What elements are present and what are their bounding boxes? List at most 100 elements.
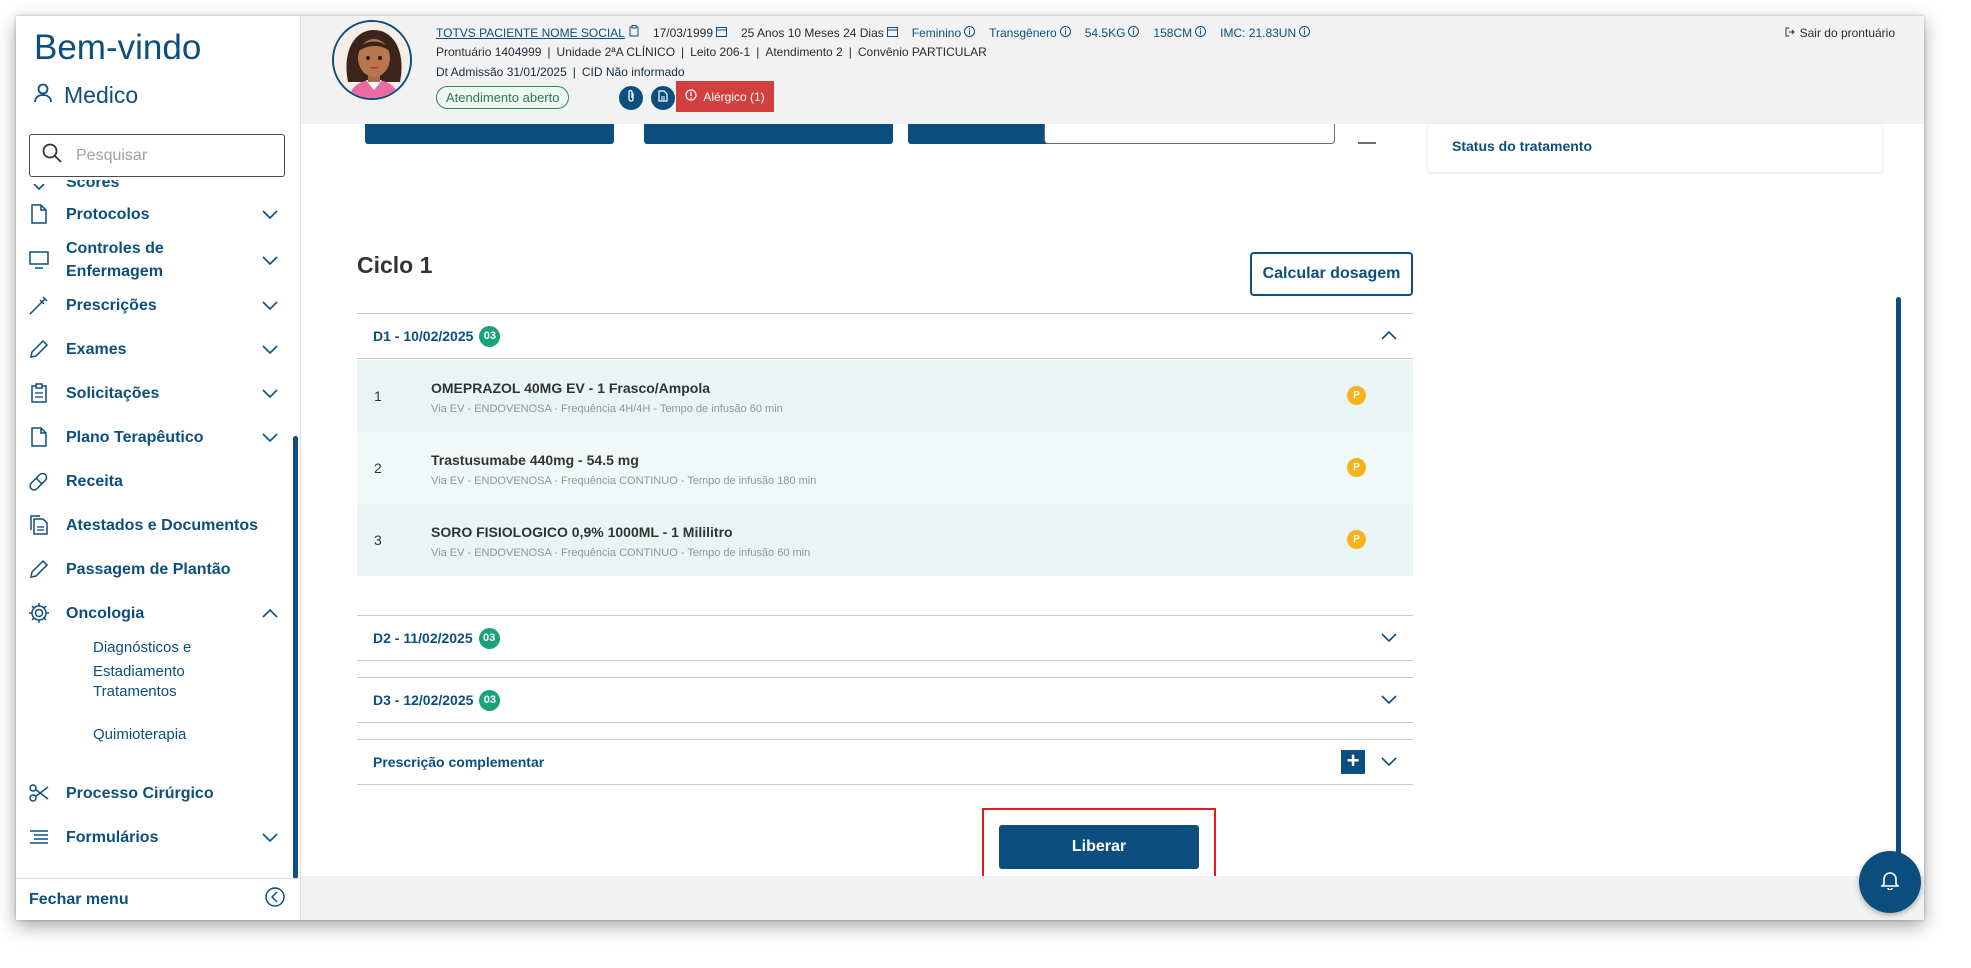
sidebar-item-oncologia[interactable]: Oncologia: [28, 601, 280, 625]
sidebar-item-passagem[interactable]: Passagem de Plantão: [28, 557, 280, 581]
chevron-down-icon: [260, 300, 280, 310]
bell-icon: [1880, 870, 1900, 895]
item-number: 3: [374, 532, 382, 548]
list-item[interactable]: 2 Trastusumabe 440mg - 54.5 mg Via EV - …: [357, 432, 1413, 504]
allergy-button[interactable]: Alérgico (1): [676, 81, 774, 112]
sidebar-item-protocolos[interactable]: Protocolos: [28, 202, 280, 226]
patient-prontuario: Prontuário 1404999: [436, 45, 542, 59]
day-label: D2 - 11/02/2025: [373, 630, 473, 646]
date-input[interactable]: [1044, 124, 1335, 144]
chevron-down-icon: [260, 255, 280, 265]
day-accordion-d3[interactable]: D3 - 12/02/2025 03: [357, 677, 1413, 723]
paperclip-icon: [626, 89, 636, 108]
search-box[interactable]: [29, 134, 285, 177]
release-button[interactable]: Liberar: [999, 825, 1199, 869]
patient-cid: CID Não informado: [581, 65, 685, 79]
info-icon[interactable]: [1195, 25, 1207, 40]
list-item[interactable]: 3 SORO FISIOLOGICO 0,9% 1000ML - 1 Milil…: [357, 504, 1413, 576]
day-accordion-d1[interactable]: D1 - 10/02/2025 03: [357, 313, 1413, 359]
sidebar-item-exames[interactable]: Exames: [28, 337, 280, 361]
patient-age: 25 Anos 10 Meses 24 Dias: [741, 25, 884, 40]
search-input[interactable]: [74, 145, 254, 166]
clipboard-icon: [28, 383, 50, 403]
patient-height: 158CM: [1153, 25, 1193, 40]
status-badge: P: [1347, 386, 1366, 405]
patient-weight: 54.5KG: [1084, 25, 1126, 40]
top-select-button-2[interactable]: [644, 124, 893, 144]
welcome-title: Bem-vindo: [34, 28, 202, 67]
user-name: Medico: [64, 82, 139, 108]
patient-leito: Leito 206-1: [690, 45, 751, 59]
chevron-up-icon[interactable]: [1381, 327, 1397, 345]
status-badge: P: [1347, 530, 1366, 549]
main-scrollbar[interactable]: [1896, 297, 1901, 867]
info-icon[interactable]: [1059, 25, 1071, 40]
sidebar-item-formularios[interactable]: Formulários: [28, 825, 280, 849]
pencil-icon: [28, 559, 50, 579]
sidebar-menu: Scores Protocolos Controles de Enfermage…: [16, 180, 286, 872]
add-prescription-button[interactable]: +: [1341, 750, 1365, 774]
document-button[interactable]: [651, 86, 675, 110]
sidebar-item-receita[interactable]: Receita: [28, 469, 280, 493]
calendar-icon: [886, 26, 898, 40]
info-icon[interactable]: [1299, 25, 1311, 40]
list-icon: [28, 830, 50, 844]
chevron-down-icon: [260, 832, 280, 842]
item-description: Via EV - ENDOVENOSA - Frequência CONTINU…: [431, 475, 817, 487]
document-icon: [658, 89, 668, 107]
patient-line-2: Prontuário 1404999 | Unidade 2ªA CLÍNICO |…: [436, 45, 987, 59]
chevron-left-circle-icon: [265, 887, 285, 912]
close-menu-button[interactable]: Fechar menu: [16, 878, 301, 920]
sidebar-item-plano[interactable]: Plano Terapêutico: [28, 425, 280, 449]
complementary-prescription-accordion[interactable]: Prescrição complementar +: [357, 739, 1413, 785]
copy-icon[interactable]: [629, 25, 639, 40]
user-icon: [34, 82, 52, 109]
info-icon[interactable]: [964, 25, 976, 40]
document-icon: [28, 204, 50, 224]
patient-name-link[interactable]: TOTVS PACIENTE NOME SOCIAL: [436, 26, 625, 40]
patient-admissao: Dt Admissão 31/01/2025: [436, 65, 567, 79]
patient-line-1: TOTVS PACIENTE NOME SOCIAL 17/03/1999 25…: [436, 25, 1311, 40]
patient-gender: Transgênero: [989, 25, 1057, 40]
sidebar-item-prescricoes[interactable]: Prescrições: [28, 293, 280, 317]
documents-icon: [28, 515, 50, 535]
sidebar-subitem-diagnosticos[interactable]: Diagnósticos e Estadiamento: [93, 636, 273, 684]
notifications-button[interactable]: [1859, 851, 1921, 913]
sidebar-item-solicitacoes[interactable]: Solicitações: [28, 381, 280, 405]
sidebar-subitem-quimioterapia[interactable]: Quimioterapia: [93, 723, 273, 747]
chevron-down-icon[interactable]: [1381, 629, 1397, 647]
sidebar-item-processo[interactable]: Processo Cirúrgico: [28, 781, 280, 805]
chevron-down-icon[interactable]: [1381, 753, 1397, 771]
info-icon[interactable]: [1128, 25, 1140, 40]
patient-birth: 17/03/1999: [652, 25, 713, 40]
sidebar: Bem-vindo Medico Scores Protocolos: [16, 16, 301, 920]
top-select-button-1[interactable]: [365, 124, 614, 144]
alert-icon: [685, 89, 697, 104]
sidebar-subitem-tratamentos[interactable]: Tratamentos: [93, 680, 273, 704]
sidebar-item-scores[interactable]: Scores: [28, 180, 280, 196]
day-accordion-d2[interactable]: D2 - 11/02/2025 03: [357, 615, 1413, 661]
sidebar-item-controles[interactable]: Controles de Enfermagem: [28, 237, 280, 283]
sidebar-scrollbar[interactable]: [293, 436, 298, 879]
exit-record-button[interactable]: Sair do prontuário: [1785, 26, 1895, 40]
patient-sex: Feminino: [911, 25, 962, 40]
attachment-button[interactable]: [619, 86, 643, 110]
calculate-dosage-button[interactable]: Calcular dosagem: [1250, 252, 1413, 296]
chevron-down-icon[interactable]: [1381, 691, 1397, 709]
pencil-icon: [28, 339, 50, 359]
item-title: OMEPRAZOL 40MG EV - 1 Frasco/Ampola: [431, 380, 711, 396]
scissors-icon: [28, 784, 50, 802]
day-label: D1 - 10/02/2025: [373, 328, 474, 344]
list-item[interactable]: 1 OMEPRAZOL 40MG EV - 1 Frasco/Ampola Vi…: [357, 360, 1413, 432]
chevron-down-icon: [260, 344, 280, 354]
calendar-icon: [716, 26, 727, 40]
day-label: D3 - 12/02/2025: [373, 692, 474, 708]
app-window: Bem-vindo Medico Scores Protocolos: [16, 16, 1924, 920]
chevron-down-icon: [260, 432, 280, 442]
close-menu-label: Fechar menu: [29, 890, 129, 908]
patient-unidade: Unidade 2ªA CLÍNICO: [556, 45, 676, 59]
cycle-title: Ciclo 1: [357, 252, 433, 278]
sidebar-item-atestados[interactable]: Atestados e Documentos: [28, 513, 280, 537]
gear-icon: [28, 602, 50, 624]
patient-imc: IMC: 21.83UN: [1220, 25, 1297, 40]
